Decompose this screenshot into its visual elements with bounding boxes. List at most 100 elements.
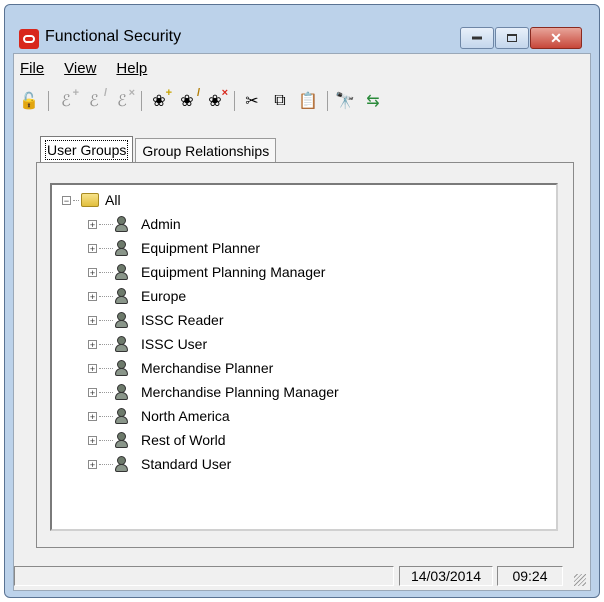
- tree-item-label: Equipment Planner: [141, 240, 261, 256]
- user-group-icon: [115, 431, 133, 449]
- status-date: 14/03/2014: [399, 566, 493, 586]
- user-group-icon: [115, 311, 133, 329]
- menu-view[interactable]: View: [64, 60, 96, 77]
- paste-icon: 📋: [298, 93, 318, 110]
- minimize-button[interactable]: [460, 27, 494, 49]
- tree-item[interactable]: + Admin: [88, 213, 181, 235]
- tree-item[interactable]: + North America: [88, 405, 230, 427]
- find-icon: 🔭: [335, 93, 355, 110]
- menu-file[interactable]: File: [20, 60, 44, 77]
- menu-help[interactable]: Help: [116, 60, 147, 77]
- edit-user-icon: ℰ: [89, 93, 99, 110]
- menu-bar: File View Help: [14, 54, 590, 82]
- tab-user-groups-label: User Groups: [44, 140, 129, 160]
- expand-icon[interactable]: +: [88, 411, 97, 421]
- tree-item-label: ISSC User: [141, 336, 208, 352]
- cut-icon: ✂: [245, 93, 259, 110]
- client-area: File View Help 🔓 ℰ + ℰ / ℰ × ❀ + ❀ / ❀ × ✂ ⧉ 📋…: [13, 53, 591, 591]
- oracle-logo-icon: [19, 29, 39, 49]
- expand-icon[interactable]: +: [88, 243, 97, 253]
- user-group-icon: [115, 383, 133, 401]
- window-title: Functional Security: [45, 28, 182, 45]
- tree-item[interactable]: + Merchandise Planning Manager: [88, 381, 339, 403]
- tree-item-label: Merchandise Planner: [141, 360, 274, 376]
- tab-group-relationships[interactable]: Group Relationships: [135, 138, 277, 163]
- tree-item[interactable]: + Rest of World: [88, 429, 226, 451]
- tree-item[interactable]: + ISSC User: [88, 333, 207, 355]
- tab-user-groups[interactable]: User Groups: [40, 136, 134, 163]
- tree-item-label: North America: [141, 408, 230, 424]
- add-group-button[interactable]: ❀ +: [148, 87, 172, 112]
- edit-user-button[interactable]: ℰ /: [83, 87, 107, 112]
- tree-item-label: Rest of World: [141, 432, 226, 448]
- tree-item-label: Equipment Planning Manager: [141, 264, 326, 280]
- expand-icon[interactable]: +: [88, 339, 97, 349]
- status-bar: 14/03/2014 09:24: [14, 560, 590, 590]
- tree-item-label: Standard User: [141, 456, 232, 472]
- paste-button[interactable]: 📋: [297, 90, 319, 112]
- add-user-button[interactable]: ℰ +: [55, 87, 79, 112]
- user-group-icon: [115, 239, 133, 257]
- user-group-icon: [115, 455, 133, 473]
- user-group-icon: [115, 215, 133, 233]
- tree-item[interactable]: + Europe: [88, 285, 186, 307]
- expand-icon[interactable]: +: [88, 435, 97, 445]
- expand-icon[interactable]: +: [88, 267, 97, 277]
- tree-item-label: Merchandise Planning Manager: [141, 384, 339, 400]
- expand-icon[interactable]: +: [88, 315, 97, 325]
- expand-icon[interactable]: +: [88, 387, 97, 397]
- user-group-icon: [115, 335, 133, 353]
- connect-button[interactable]: 🔓: [18, 90, 40, 112]
- menu-view-label: View: [64, 59, 97, 77]
- expand-icon[interactable]: +: [88, 219, 97, 229]
- menu-file-label: File: [20, 59, 45, 77]
- tree-item[interactable]: + Equipment Planner: [88, 237, 260, 259]
- tree-root-label: All: [105, 192, 121, 208]
- edit-group-icon: ❀: [180, 93, 194, 110]
- user-group-icon: [115, 263, 133, 281]
- refresh-icon: ⇆: [366, 93, 380, 110]
- find-button[interactable]: 🔭: [334, 90, 356, 112]
- menu-help-label: Help: [116, 59, 148, 77]
- expand-icon[interactable]: +: [88, 459, 97, 469]
- tree-item[interactable]: + Standard User: [88, 453, 231, 475]
- toolbar-separator: [48, 91, 49, 111]
- toolbar-separator: [141, 91, 142, 111]
- app-window: Functional Security ✕ File View Help 🔓 ℰ…: [4, 4, 600, 598]
- maximize-icon: [507, 34, 517, 42]
- toolbar-separator: [234, 91, 235, 111]
- copy-icon: ⧉: [274, 92, 286, 109]
- edit-group-button[interactable]: ❀ /: [176, 87, 200, 112]
- delete-user-button[interactable]: ℰ ×: [111, 87, 135, 112]
- group-tree[interactable]: − All + Admin + Equipment Planner + Equipme…: [50, 183, 558, 531]
- tree-root[interactable]: − All: [62, 189, 121, 211]
- expand-icon[interactable]: +: [88, 363, 97, 373]
- tree-item-label: ISSC Reader: [141, 312, 224, 328]
- tab-panel: − All + Admin + Equipment Planner + Equipme…: [36, 162, 574, 548]
- copy-button[interactable]: ⧉: [269, 90, 291, 112]
- close-button[interactable]: ✕: [530, 27, 582, 49]
- refresh-button[interactable]: ⇆: [362, 90, 384, 112]
- tree-item-label: Europe: [141, 288, 187, 304]
- user-group-icon: [115, 359, 133, 377]
- maximize-button[interactable]: [495, 27, 529, 49]
- tab-group-relationships-label: Group Relationships: [142, 143, 270, 159]
- toolbar: 🔓 ℰ + ℰ / ℰ × ❀ + ❀ / ❀ × ✂ ⧉ 📋 🔭 ⇆: [14, 84, 590, 118]
- user-group-icon: [115, 407, 133, 425]
- minimize-icon: [472, 36, 482, 40]
- title-bar[interactable]: Functional Security ✕: [5, 5, 599, 55]
- status-time: 09:24: [497, 566, 563, 586]
- tree-item[interactable]: + ISSC Reader: [88, 309, 223, 331]
- toolbar-separator: [327, 91, 328, 111]
- collapse-icon[interactable]: −: [62, 195, 71, 205]
- close-icon: ✕: [550, 30, 562, 46]
- connect-icon: 🔓: [19, 93, 39, 110]
- delete-group-button[interactable]: ❀ ×: [204, 87, 228, 112]
- tree-item[interactable]: + Equipment Planning Manager: [88, 261, 325, 283]
- tree-item-label: Admin: [141, 216, 181, 232]
- expand-icon[interactable]: +: [88, 291, 97, 301]
- tree-item[interactable]: + Merchandise Planner: [88, 357, 273, 379]
- user-group-icon: [115, 287, 133, 305]
- resize-grip-icon[interactable]: [574, 574, 586, 586]
- cut-button[interactable]: ✂: [241, 90, 263, 112]
